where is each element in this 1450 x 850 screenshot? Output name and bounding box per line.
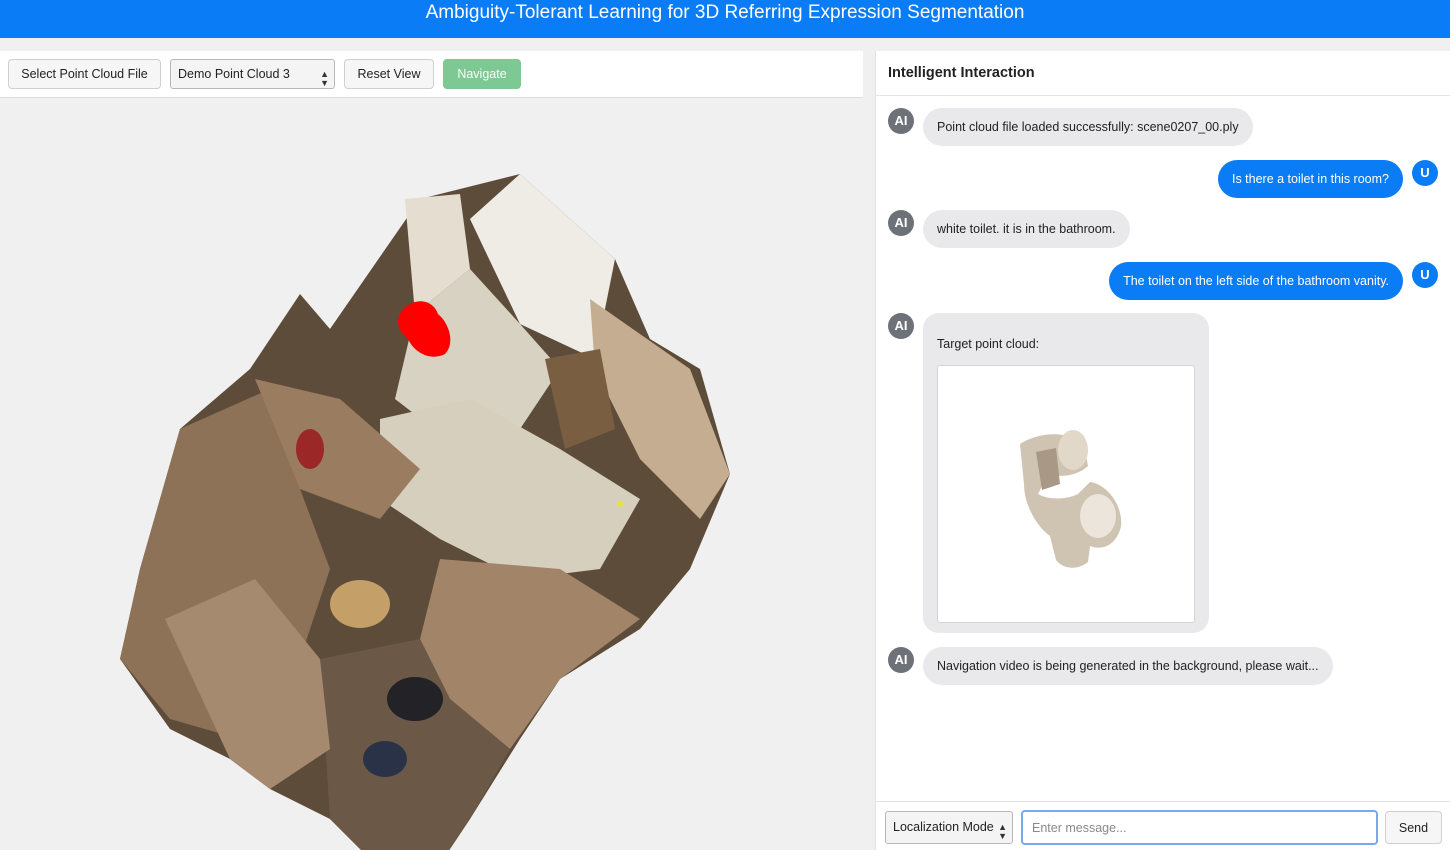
ai-avatar: AI	[888, 210, 914, 236]
chat-header: Intelligent Interaction	[876, 51, 1450, 96]
app-title-bar: Ambiguity-Tolerant Learning for 3D Refer…	[0, 0, 1450, 38]
ai-message: Point cloud file loaded successfully: sc…	[923, 108, 1253, 146]
select-point-cloud-file-button[interactable]: Select Point Cloud File	[8, 59, 161, 89]
ai-message: white toilet. it is in the bathroom.	[923, 210, 1130, 248]
table-object	[330, 580, 390, 628]
mode-select-value: Localization Mode	[893, 820, 994, 834]
point-cloud-viewer[interactable]	[0, 99, 863, 850]
chat-panel: Intelligent Interaction AI Point cloud f…	[875, 51, 1450, 850]
viewer-panel: Select Point Cloud File Demo Point Cloud…	[0, 51, 863, 850]
highlight-marker	[617, 501, 623, 507]
toilet-point-cloud-icon	[1020, 430, 1122, 568]
ai-avatar: AI	[888, 108, 914, 134]
navigate-button[interactable]: Navigate	[443, 59, 521, 89]
message-input[interactable]	[1021, 810, 1378, 845]
user-message: Is there a toilet in this room?	[1217, 160, 1403, 198]
point-cloud-select-value: Demo Point Cloud 3	[178, 67, 290, 81]
user-avatar: U	[1412, 262, 1438, 288]
chat-input-bar: Localization Mode ▲▼ Send	[876, 801, 1450, 850]
user-avatar: U	[1412, 160, 1438, 186]
select-arrows-icon: ▲ ▼	[320, 69, 329, 88]
select-arrows-icon: ▲ ▼	[998, 822, 1007, 841]
point-cloud-render[interactable]	[0, 99, 863, 850]
ai-avatar: AI	[888, 313, 914, 339]
dark-object	[387, 677, 443, 721]
dark-object-2	[363, 741, 407, 777]
send-button[interactable]: Send	[1385, 811, 1442, 844]
reset-view-button[interactable]: Reset View	[344, 59, 434, 89]
chair-object	[296, 429, 324, 469]
mode-select[interactable]: Localization Mode ▲ ▼	[885, 811, 1013, 844]
target-point-cloud-image	[937, 365, 1195, 623]
user-message: The toilet on the left side of the bathr…	[1109, 262, 1403, 300]
ai-message-with-image: Target point cloud:	[923, 313, 1209, 633]
ai-avatar: AI	[888, 647, 914, 673]
viewer-toolbar: Select Point Cloud File Demo Point Cloud…	[0, 51, 863, 98]
ai-message: Navigation video is being generated in t…	[923, 647, 1333, 685]
point-cloud-select[interactable]: Demo Point Cloud 3 ▲ ▼	[170, 59, 335, 89]
target-point-cloud-label: Target point cloud:	[937, 337, 1040, 351]
app-title: Ambiguity-Tolerant Learning for 3D Refer…	[425, 2, 1025, 23]
